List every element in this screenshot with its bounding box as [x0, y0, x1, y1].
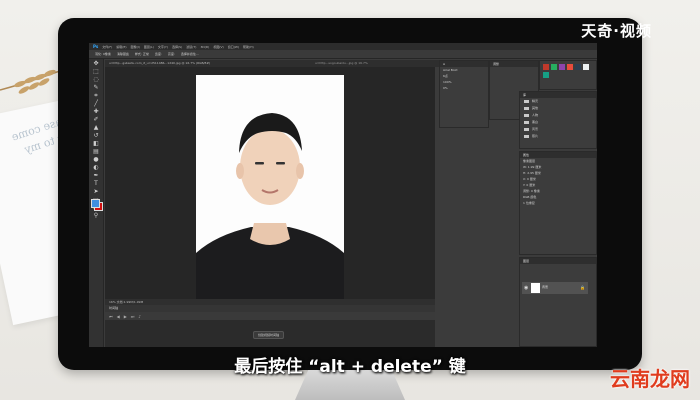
property-repeat[interactable]: 1 位重复 [520, 200, 596, 206]
marquee-icon[interactable]: ⬚ [92, 68, 100, 75]
menu-image[interactable]: 图像(I) [131, 45, 140, 49]
option-height[interactable]: 高度: [168, 52, 175, 56]
document-tab[interactable]: u=http...gsbaidu.com_it_u=2511486...1240… [109, 61, 210, 65]
options-bar: 羽化: 0像素 消除锯齿 样式: 正常 宽度: 高度: 选择并遮住... [89, 50, 597, 59]
layer-name: 背景 [542, 285, 549, 289]
document-tab-2[interactable]: u=http...sogoubaidu...jpg @ 16.7% [315, 61, 368, 65]
menu-file[interactable]: 文件(F) [102, 45, 112, 49]
library-folder[interactable]: 其他 [520, 105, 596, 112]
eye-icon[interactable]: ◉ [524, 285, 528, 291]
menu-layer[interactable]: 图层(L) [144, 45, 154, 49]
layers-panel-tab[interactable]: 图层 [520, 258, 596, 264]
properties-panel: 属性 像素图层 W: 1.99 厘米 H: 2.95 厘米 X: 0 厘米 Y:… [519, 151, 597, 255]
menu-filter[interactable]: 滤镜(T) [186, 45, 196, 49]
healing-icon[interactable]: ✚ [92, 108, 100, 115]
portrait-photo [196, 75, 344, 301]
zoom-icon[interactable]: ⚲ [92, 212, 100, 219]
library-folder[interactable]: 照片 [520, 133, 596, 140]
pen-icon[interactable]: ✒ [92, 172, 100, 179]
photoshop-window: Ps 文件(F) 编辑(E) 图像(I) 图层(L) 文字(Y) 选择(S) 滤… [89, 43, 597, 347]
menu-type[interactable]: 文字(Y) [158, 45, 168, 49]
swatch[interactable] [551, 64, 557, 70]
play-icon[interactable]: ▶ [124, 314, 127, 319]
first-frame-icon[interactable]: ⏮ [109, 314, 113, 319]
swatch[interactable] [559, 64, 565, 70]
menu-3d[interactable]: 3D(D) [200, 45, 209, 49]
brand-watermark-top: 天奇·视频 [581, 22, 652, 40]
tracking-field[interactable]: 0% [440, 85, 488, 91]
timeline-body: 创建视频时间轴 [105, 320, 435, 347]
dodge-icon[interactable]: ◐ [92, 164, 100, 171]
layers-panel: 图层 ◉ 背景 🔒 [519, 257, 597, 347]
library-folder[interactable]: 人物 [520, 112, 596, 119]
ps-logo-icon: Ps [93, 44, 99, 49]
character-panel: A Arial Bold 6点 100% 0% [439, 60, 489, 128]
menu-window[interactable]: 窗口(W) [228, 45, 239, 49]
blur-icon[interactable]: ● [92, 156, 100, 163]
menu-help[interactable]: 帮助(H) [243, 45, 254, 49]
library-folder[interactable]: 风景 [520, 126, 596, 133]
swatch[interactable] [583, 64, 589, 70]
document-tab-bar: u=http...gsbaidu.com_it_u=2511486...1240… [105, 60, 485, 67]
stamp-icon[interactable]: ▲ [92, 124, 100, 131]
lasso-icon[interactable]: ◌ [92, 76, 100, 83]
lock-icon[interactable]: 🔒 [580, 285, 585, 290]
swatch[interactable] [543, 64, 549, 70]
layer-thumbnail [531, 283, 540, 293]
adjust-panel-tab[interactable]: 调整 [490, 61, 538, 67]
timeline-controls: ⏮ ◀ ▶ ⏭ ♪ [105, 312, 435, 320]
option-width[interactable]: 宽度: [155, 52, 162, 56]
tools-panel: ✥ ⬚ ◌ ✎ ⌗ ╱ ✚ ✐ ▲ ↺ ◧ ▤ ● ◐ ✒ T ➤ ▭ ✋ ⚲ [89, 59, 104, 347]
menu-bar: Ps 文件(F) 编辑(E) 图像(I) 图层(L) 文字(Y) 选择(S) 滤… [89, 43, 597, 50]
video-subtitle: 最后按住 “alt + delete” 键 [234, 357, 466, 377]
option-style[interactable]: 样式: 正常 [135, 52, 149, 56]
eraser-icon[interactable]: ◧ [92, 140, 100, 147]
layer-row-background[interactable]: ◉ 背景 🔒 [522, 282, 588, 294]
timeline-panel-title: 时间轴 [105, 305, 435, 312]
swatch-grid [540, 61, 596, 81]
path-select-icon[interactable]: ➤ [92, 188, 100, 195]
swatch[interactable] [575, 64, 581, 70]
foreground-color-swatch[interactable] [91, 199, 100, 208]
select-and-mask-button[interactable]: 选择并遮住... [181, 52, 199, 56]
eyedropper-icon[interactable]: ╱ [92, 100, 100, 107]
move-icon[interactable]: ✥ [92, 60, 100, 67]
menu-view[interactable]: 视图(V) [213, 45, 223, 49]
canvas-area[interactable] [105, 67, 435, 301]
menu-edit[interactable]: 编辑(E) [116, 45, 126, 49]
libraries-panel: 库 精灵 其他 人物 黑白 风景 照片 [519, 91, 597, 149]
crop-icon[interactable]: ⌗ [92, 92, 100, 99]
swatch[interactable] [543, 72, 549, 78]
next-frame-icon[interactable]: ⏭ [131, 314, 135, 319]
audio-icon[interactable]: ♪ [138, 314, 141, 319]
quick-select-icon[interactable]: ✎ [92, 84, 100, 91]
option-antialias[interactable]: 消除锯齿 [117, 52, 129, 56]
type-icon[interactable]: T [92, 180, 100, 187]
swatch[interactable] [567, 64, 573, 70]
portrait-illustration [196, 75, 344, 301]
menu-select[interactable]: 选择(S) [172, 45, 182, 49]
swatches-panel [539, 60, 597, 90]
gradient-icon[interactable]: ▤ [92, 148, 100, 155]
library-folder[interactable]: 精灵 [520, 98, 596, 105]
history-brush-icon[interactable]: ↺ [92, 132, 100, 139]
option-feather[interactable]: 羽化: 0像素 [95, 52, 111, 56]
brand-watermark-bottom: 云南龙网 [610, 367, 690, 391]
brush-icon[interactable]: ✐ [92, 116, 100, 123]
library-folder[interactable]: 黑白 [520, 119, 596, 126]
prev-frame-icon[interactable]: ◀ [117, 314, 120, 319]
create-video-timeline-button[interactable]: 创建视频时间轴 [253, 331, 285, 339]
